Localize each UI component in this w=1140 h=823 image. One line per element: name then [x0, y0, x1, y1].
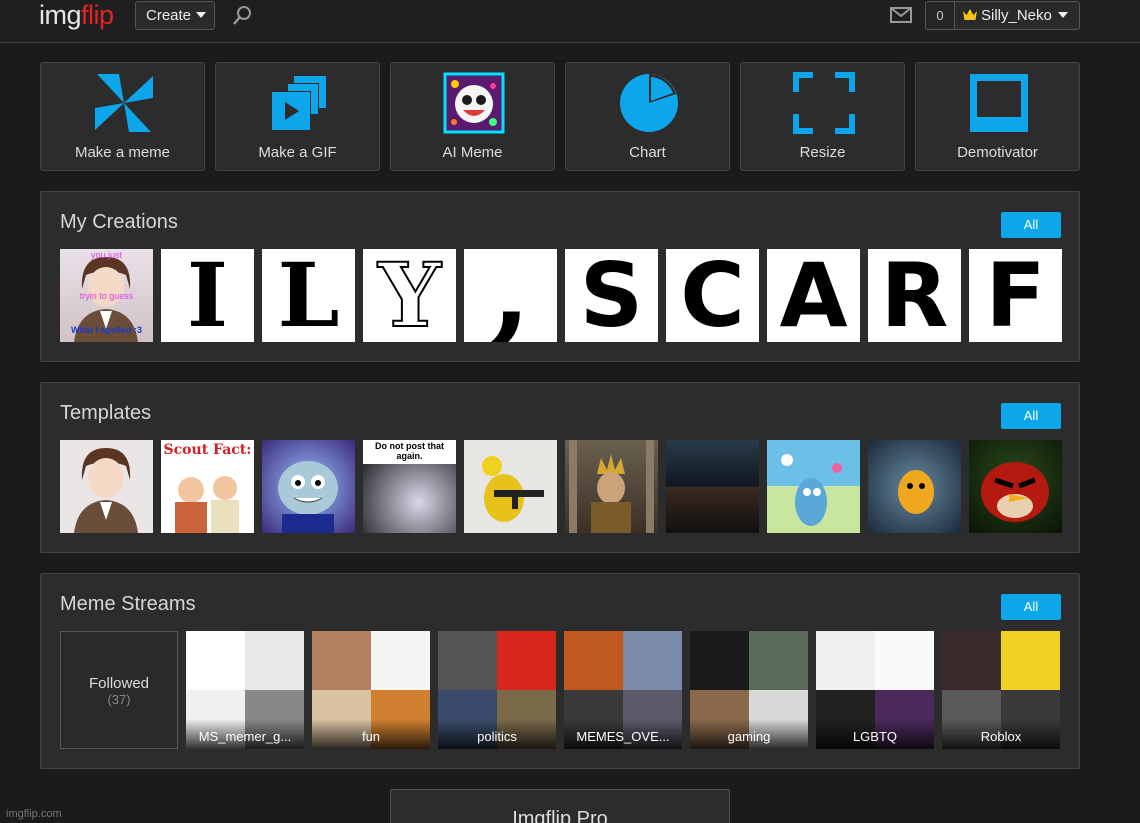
stream-tile[interactable]: gaming	[690, 631, 808, 749]
template-thumbnail[interactable]	[60, 440, 153, 533]
create-dropdown-button[interactable]: Create	[135, 1, 215, 30]
make-a-gif-button[interactable]: Make a GIF	[215, 62, 380, 171]
frame-icon	[970, 74, 1028, 132]
templates-panel: Templates All Scout Fact: Do not post th…	[40, 382, 1080, 553]
top-nav: imgflip Create 0 Silly_Neko	[0, 0, 1140, 43]
creation-thumbnail[interactable]: L	[262, 249, 355, 342]
tool-label: Resize	[799, 144, 846, 161]
ai-face-icon	[443, 72, 505, 134]
template-thumbnail[interactable]	[565, 440, 658, 533]
stream-name: gaming	[690, 719, 808, 749]
section-title: Templates	[60, 402, 152, 424]
cartoon-fish-image	[767, 440, 860, 526]
stream-name: politics	[438, 719, 556, 749]
demotivator-button[interactable]: Demotivator	[915, 62, 1080, 171]
mail-icon[interactable]	[890, 7, 912, 23]
creation-thumbnail[interactable]: I	[161, 249, 254, 342]
pinwheel-icon	[95, 74, 153, 132]
stream-tile[interactable]: MS_memer_g...	[186, 631, 304, 749]
streams-all-button[interactable]: All	[1001, 594, 1061, 620]
followed-label: Followed	[88, 675, 150, 692]
footer-link[interactable]: imgflip.com	[6, 808, 62, 820]
tool-label: Chart	[629, 144, 666, 161]
creation-thumbnail[interactable]: ,	[464, 249, 557, 342]
creation-text: What I spelled :3	[70, 325, 142, 335]
creation-thumbnail[interactable]: C	[666, 249, 759, 342]
chart-button[interactable]: Chart	[565, 62, 730, 171]
red-bird-image	[981, 462, 1049, 522]
movie-still-image	[666, 487, 759, 533]
crown-icon	[963, 9, 977, 20]
tool-label: Make a meme	[74, 144, 171, 161]
followed-streams-button[interactable]: Followed (37)	[60, 631, 178, 749]
creation-thumbnail[interactable]: A	[767, 249, 860, 342]
stream-tile[interactable]: LGBTQ	[816, 631, 934, 749]
imgflip-pro-button[interactable]: Imgflip Pro	[390, 789, 730, 823]
creation-thumbnail[interactable]: you just tryin to guess What I spelled :…	[60, 249, 153, 342]
blue-creature-image	[278, 461, 338, 533]
template-thumbnail[interactable]	[969, 440, 1062, 533]
template-text: Do not post that again.	[375, 441, 444, 461]
gif-stack-icon	[272, 76, 326, 130]
username: Silly_Neko	[981, 7, 1052, 24]
duck-with-gun-image	[482, 456, 544, 522]
orange-bird-image	[898, 470, 934, 514]
cartoon-figure-image	[175, 476, 239, 533]
template-thumbnail[interactable]: Scout Fact:	[161, 440, 254, 533]
section-title: My Creations	[60, 211, 178, 233]
template-thumbnail[interactable]: Do not post that again.	[363, 440, 456, 533]
templates-all-button[interactable]: All	[1001, 403, 1061, 429]
creation-thumbnail[interactable]: S	[565, 249, 658, 342]
stream-tile[interactable]: MEMES_OVE...	[564, 631, 682, 749]
chevron-down-icon	[196, 12, 207, 18]
creation-text: you just	[90, 250, 123, 260]
king-character-image	[569, 440, 654, 533]
movie-still-image	[666, 440, 759, 486]
imgflip-logo[interactable]: imgflip	[39, 0, 114, 30]
stream-name: LGBTQ	[816, 719, 934, 749]
resize-button[interactable]: Resize	[740, 62, 905, 171]
my-creations-panel: My Creations All you just tryin to guess…	[40, 191, 1080, 362]
creations-all-button[interactable]: All	[1001, 212, 1061, 238]
create-label: Create	[146, 7, 192, 24]
chevron-down-icon	[1057, 12, 1068, 18]
ai-meme-button[interactable]: AI Meme	[390, 62, 555, 171]
stream-tile[interactable]: Roblox	[942, 631, 1060, 749]
meme-streams-panel: Meme Streams All Followed (37) MS_memer_…	[40, 573, 1080, 769]
stream-name: MEMES_OVE...	[564, 719, 682, 749]
anime-character-image	[74, 448, 138, 533]
template-thumbnail[interactable]	[262, 440, 355, 533]
tool-label: AI Meme	[442, 144, 503, 161]
tool-label: Demotivator	[957, 144, 1038, 161]
dark-room-image	[363, 464, 456, 533]
template-thumbnail[interactable]	[464, 440, 557, 533]
stream-tile[interactable]: fun	[312, 631, 430, 749]
tool-label: Make a GIF	[258, 144, 337, 161]
resize-corners-icon	[793, 72, 855, 134]
template-thumbnail[interactable]	[767, 440, 860, 533]
pie-chart-icon	[620, 74, 678, 132]
notification-count[interactable]: 0	[925, 1, 955, 30]
creation-text: tryin to guess	[79, 291, 134, 301]
creation-thumbnail[interactable]: F	[969, 249, 1062, 342]
template-thumbnail[interactable]	[666, 440, 759, 533]
stream-tile[interactable]: politics	[438, 631, 556, 749]
search-icon[interactable]	[232, 5, 252, 27]
section-title: Meme Streams	[60, 593, 196, 615]
stream-name: Roblox	[942, 719, 1060, 749]
template-thumbnail[interactable]	[868, 440, 961, 533]
stream-name: fun	[312, 719, 430, 749]
stream-name: MS_memer_g...	[186, 719, 304, 749]
make-a-meme-button[interactable]: Make a meme	[40, 62, 205, 171]
creation-thumbnail[interactable]: R	[868, 249, 961, 342]
creation-thumbnail[interactable]: Y	[363, 249, 456, 342]
user-menu-button[interactable]: Silly_Neko	[954, 1, 1080, 30]
followed-count: (37)	[107, 692, 131, 707]
